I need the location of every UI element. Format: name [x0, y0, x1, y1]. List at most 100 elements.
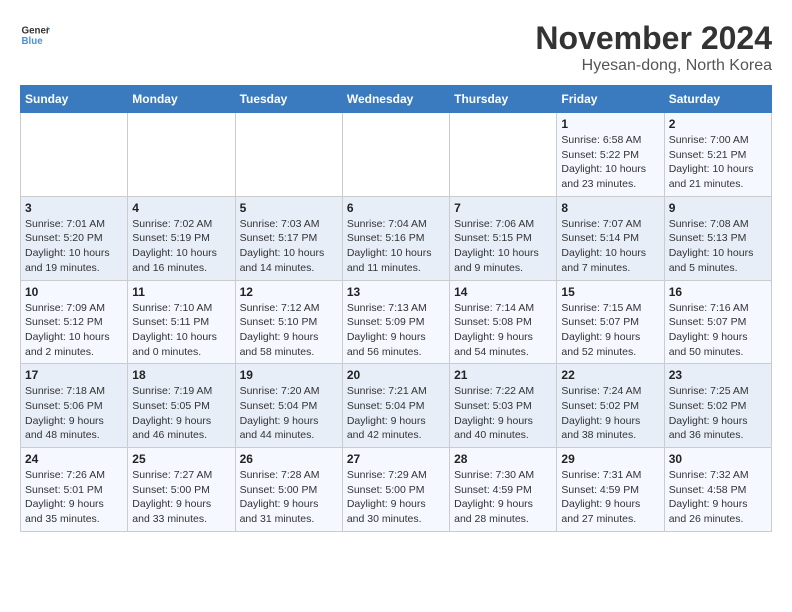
calendar-cell: 23 Sunrise: 7:25 AM Sunset: 5:02 PM Dayli… [664, 364, 771, 448]
day-info: Sunrise: 7:25 AM Sunset: 5:02 PM Dayligh… [669, 384, 767, 443]
day-number: 21 [454, 368, 552, 382]
calendar-cell: 25 Sunrise: 7:27 AM Sunset: 5:00 PM Dayli… [128, 448, 235, 532]
day-number: 20 [347, 368, 445, 382]
day-number: 16 [669, 285, 767, 299]
day-info: Sunrise: 7:09 AM Sunset: 5:12 PM Dayligh… [25, 301, 123, 360]
calendar-cell: 15 Sunrise: 7:15 AM Sunset: 5:07 PM Dayli… [557, 280, 664, 364]
day-info: Sunrise: 7:14 AM Sunset: 5:08 PM Dayligh… [454, 301, 552, 360]
svg-text:Blue: Blue [22, 36, 44, 47]
day-number: 8 [561, 201, 659, 215]
day-number: 30 [669, 452, 767, 466]
weekday-header: Tuesday [235, 86, 342, 113]
day-info: Sunrise: 7:01 AM Sunset: 5:20 PM Dayligh… [25, 217, 123, 276]
calendar-cell: 4Sunrise: 7:02 AM Sunset: 5:19 PM Daylig… [128, 196, 235, 280]
calendar-cell: 6 Sunrise: 7:04 AM Sunset: 5:16 PM Daylig… [342, 196, 449, 280]
day-number: 6 [347, 201, 445, 215]
svg-text:General: General [22, 26, 51, 37]
day-info: Sunrise: 7:10 AM Sunset: 5:11 PM Dayligh… [132, 301, 230, 360]
calendar-cell: 8 Sunrise: 7:07 AM Sunset: 5:14 PM Daylig… [557, 196, 664, 280]
day-number: 9 [669, 201, 767, 215]
calendar-week-row: 17 Sunrise: 7:18 AM Sunset: 5:06 PM Dayli… [21, 364, 772, 448]
calendar-cell: 16 Sunrise: 7:16 AM Sunset: 5:07 PM Dayli… [664, 280, 771, 364]
day-info: Sunrise: 7:30 AM Sunset: 4:59 PM Dayligh… [454, 468, 552, 527]
day-number: 22 [561, 368, 659, 382]
day-number: 24 [25, 452, 123, 466]
day-number: 14 [454, 285, 552, 299]
calendar-header-row: SundayMondayTuesdayWednesdayThursdayFrid… [21, 86, 772, 113]
calendar-cell: 7 Sunrise: 7:06 AM Sunset: 5:15 PM Daylig… [450, 196, 557, 280]
weekday-header: Sunday [21, 86, 128, 113]
calendar-week-row: 24 Sunrise: 7:26 AM Sunset: 5:01 PM Dayli… [21, 448, 772, 532]
day-number: 11 [132, 285, 230, 299]
day-number: 18 [132, 368, 230, 382]
logo: General Blue [20, 20, 50, 50]
day-number: 19 [240, 368, 338, 382]
day-number: 1 [561, 117, 659, 131]
day-info: Sunrise: 7:32 AM Sunset: 4:58 PM Dayligh… [669, 468, 767, 527]
day-info: Sunrise: 7:15 AM Sunset: 5:07 PM Dayligh… [561, 301, 659, 360]
day-info: Sunrise: 7:21 AM Sunset: 5:04 PM Dayligh… [347, 384, 445, 443]
day-info: Sunrise: 7:00 AM Sunset: 5:21 PM Dayligh… [669, 133, 767, 192]
day-number: 10 [25, 285, 123, 299]
calendar-cell: 21 Sunrise: 7:22 AM Sunset: 5:03 PM Dayli… [450, 364, 557, 448]
day-info: Sunrise: 7:04 AM Sunset: 5:16 PM Dayligh… [347, 217, 445, 276]
day-info: Sunrise: 7:06 AM Sunset: 5:15 PM Dayligh… [454, 217, 552, 276]
day-number: 7 [454, 201, 552, 215]
calendar-cell: 24 Sunrise: 7:26 AM Sunset: 5:01 PM Dayli… [21, 448, 128, 532]
day-number: 29 [561, 452, 659, 466]
day-info: Sunrise: 7:31 AM Sunset: 4:59 PM Dayligh… [561, 468, 659, 527]
weekday-header: Friday [557, 86, 664, 113]
day-info: Sunrise: 7:08 AM Sunset: 5:13 PM Dayligh… [669, 217, 767, 276]
calendar-cell: 26Sunrise: 7:28 AM Sunset: 5:00 PM Dayli… [235, 448, 342, 532]
calendar-cell: 29 Sunrise: 7:31 AM Sunset: 4:59 PM Dayli… [557, 448, 664, 532]
calendar-cell: 11 Sunrise: 7:10 AM Sunset: 5:11 PM Dayli… [128, 280, 235, 364]
title-area: November 2024 Hyesan-dong, North Korea [535, 20, 772, 75]
day-number: 5 [240, 201, 338, 215]
day-info: Sunrise: 7:24 AM Sunset: 5:02 PM Dayligh… [561, 384, 659, 443]
calendar-cell: 19 Sunrise: 7:20 AM Sunset: 5:04 PM Dayli… [235, 364, 342, 448]
day-info: Sunrise: 7:07 AM Sunset: 5:14 PM Dayligh… [561, 217, 659, 276]
day-info: Sunrise: 6:58 AM Sunset: 5:22 PM Dayligh… [561, 133, 659, 192]
calendar-week-row: 1 Sunrise: 6:58 AM Sunset: 5:22 PM Daylig… [21, 113, 772, 197]
day-number: 2 [669, 117, 767, 131]
day-info: Sunrise: 7:22 AM Sunset: 5:03 PM Dayligh… [454, 384, 552, 443]
calendar-cell: 1 Sunrise: 6:58 AM Sunset: 5:22 PM Daylig… [557, 113, 664, 197]
calendar-cell: 5 Sunrise: 7:03 AM Sunset: 5:17 PM Daylig… [235, 196, 342, 280]
calendar-cell [21, 113, 128, 197]
calendar-cell: 9 Sunrise: 7:08 AM Sunset: 5:13 PM Daylig… [664, 196, 771, 280]
calendar-week-row: 3Sunrise: 7:01 AM Sunset: 5:20 PM Daylig… [21, 196, 772, 280]
day-info: Sunrise: 7:28 AM Sunset: 5:00 PM Dayligh… [240, 468, 338, 527]
day-info: Sunrise: 7:12 AM Sunset: 5:10 PM Dayligh… [240, 301, 338, 360]
day-info: Sunrise: 7:20 AM Sunset: 5:04 PM Dayligh… [240, 384, 338, 443]
header: General Blue November 2024 Hyesan-dong, … [20, 20, 772, 75]
day-number: 15 [561, 285, 659, 299]
calendar-cell: 12Sunrise: 7:12 AM Sunset: 5:10 PM Dayli… [235, 280, 342, 364]
weekday-header: Monday [128, 86, 235, 113]
month-title: November 2024 [535, 20, 772, 57]
calendar-week-row: 10 Sunrise: 7:09 AM Sunset: 5:12 PM Dayli… [21, 280, 772, 364]
day-info: Sunrise: 7:27 AM Sunset: 5:00 PM Dayligh… [132, 468, 230, 527]
calendar-cell: 3Sunrise: 7:01 AM Sunset: 5:20 PM Daylig… [21, 196, 128, 280]
logo-icon: General Blue [20, 20, 50, 50]
calendar-cell: 22 Sunrise: 7:24 AM Sunset: 5:02 PM Dayli… [557, 364, 664, 448]
day-info: Sunrise: 7:03 AM Sunset: 5:17 PM Dayligh… [240, 217, 338, 276]
day-number: 28 [454, 452, 552, 466]
calendar-cell: 18 Sunrise: 7:19 AM Sunset: 5:05 PM Dayli… [128, 364, 235, 448]
day-info: Sunrise: 7:13 AM Sunset: 5:09 PM Dayligh… [347, 301, 445, 360]
weekday-header: Saturday [664, 86, 771, 113]
day-number: 23 [669, 368, 767, 382]
day-info: Sunrise: 7:18 AM Sunset: 5:06 PM Dayligh… [25, 384, 123, 443]
day-number: 4 [132, 201, 230, 215]
day-info: Sunrise: 7:26 AM Sunset: 5:01 PM Dayligh… [25, 468, 123, 527]
weekday-header: Wednesday [342, 86, 449, 113]
calendar-cell: 2 Sunrise: 7:00 AM Sunset: 5:21 PM Daylig… [664, 113, 771, 197]
calendar-cell: 20 Sunrise: 7:21 AM Sunset: 5:04 PM Dayli… [342, 364, 449, 448]
calendar-cell [450, 113, 557, 197]
day-number: 17 [25, 368, 123, 382]
day-info: Sunrise: 7:19 AM Sunset: 5:05 PM Dayligh… [132, 384, 230, 443]
day-number: 25 [132, 452, 230, 466]
day-info: Sunrise: 7:16 AM Sunset: 5:07 PM Dayligh… [669, 301, 767, 360]
calendar-cell: 14 Sunrise: 7:14 AM Sunset: 5:08 PM Dayli… [450, 280, 557, 364]
calendar-cell: 17 Sunrise: 7:18 AM Sunset: 5:06 PM Dayli… [21, 364, 128, 448]
day-info: Sunrise: 7:29 AM Sunset: 5:00 PM Dayligh… [347, 468, 445, 527]
